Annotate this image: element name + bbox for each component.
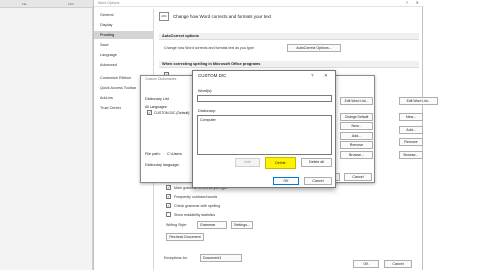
all-languages-label: All Languages:: [145, 105, 168, 109]
browse-dictionary-button-bg[interactable]: Browse...: [399, 151, 423, 159]
nav-item-save[interactable]: Save: [94, 41, 153, 49]
label-confused-words: Frequently confused words: [174, 195, 218, 199]
checkbox-check-grammar[interactable]: ✓: [166, 203, 171, 208]
options-ok-button[interactable]: OK: [353, 260, 379, 268]
edit-word-list-button-bg[interactable]: Edit Word List...: [399, 97, 438, 105]
help-icon[interactable]: ?: [406, 0, 408, 5]
dictionary-word-list[interactable]: Computer: [197, 115, 332, 155]
dictionary-list-label: Dictionary List: [145, 97, 169, 101]
add-word-button[interactable]: Add: [235, 158, 260, 167]
close-icon[interactable]: ✕: [416, 0, 419, 5]
custom-dic-titlebar: CUSTOM.DIC ? ✕: [193, 71, 335, 80]
list-item[interactable]: Computer: [200, 118, 216, 122]
custom-dictionaries-title: Custom Dictionaries: [145, 77, 177, 81]
writing-style-select[interactable]: Grammar: [197, 221, 227, 229]
close-icon[interactable]: ✕: [324, 73, 328, 79]
delete-word-button[interactable]: Delete: [265, 157, 296, 169]
word-strip-label-a: File: [22, 2, 27, 6]
custom-dic-dialog: CUSTOM.DIC ? ✕ Word(s): Dictionary: Comp…: [192, 70, 336, 188]
delete-all-button[interactable]: Delete all: [301, 158, 332, 167]
new-dictionary-button-bg[interactable]: New...: [399, 113, 423, 121]
cd-change-default-button[interactable]: Change Default: [340, 113, 373, 121]
cd-cancel-button[interactable]: Cancel: [344, 173, 372, 181]
nav-item-proofing[interactable]: Proofing: [94, 31, 153, 39]
checkbox-readability[interactable]: [166, 212, 171, 217]
writing-style-label: Writing Style:: [166, 223, 188, 227]
settings-button[interactable]: Settings...: [231, 221, 253, 229]
word-strip-label-b: Find: [68, 2, 74, 6]
nav-item-general[interactable]: General: [94, 11, 153, 19]
abc-check-icon: ABC: [159, 12, 169, 21]
dic-ok-button[interactable]: OK: [273, 177, 299, 185]
nav-item-display[interactable]: Display: [94, 21, 153, 29]
word-titlebar: File Find: [0, 0, 93, 8]
options-cancel-button[interactable]: Cancel: [384, 260, 412, 268]
exceptions-label: Exceptions for:: [164, 256, 188, 260]
custom-dic-entry[interactable]: CUSTOM.DIC (Default): [154, 111, 189, 115]
remove-dictionary-button-bg[interactable]: Remove: [399, 138, 423, 146]
file-path-value: C:\Users: [167, 152, 182, 156]
exceptions-select[interactable]: Document1: [200, 254, 242, 262]
custom-dic-title: CUSTOM.DIC: [198, 73, 227, 78]
cd-add-button[interactable]: Add...: [340, 132, 373, 140]
add-dictionary-button-bg[interactable]: Add...: [399, 126, 423, 134]
nav-item-language[interactable]: Language: [94, 51, 153, 59]
proofing-headline: Change how Word corrects and formats you…: [173, 14, 271, 19]
options-titlebar: Word Options ? ✕: [94, 0, 424, 7]
checkbox-mark-grammar[interactable]: ✓: [166, 185, 171, 190]
custom-dic-checkbox[interactable]: ✓: [147, 110, 152, 115]
cd-browse-button[interactable]: Browse...: [340, 151, 373, 159]
label-readability: Show readability statistics: [174, 213, 216, 217]
dictionary-language-label: Dictionary language:: [145, 163, 180, 167]
dic-cancel-button[interactable]: Cancel: [304, 177, 332, 185]
autocorrect-description: Change how Word corrects and formats tex…: [164, 46, 255, 50]
checkbox-confused-words[interactable]: ✓: [166, 194, 171, 199]
words-input[interactable]: [197, 95, 332, 102]
autocorrect-section-header: AutoCorrect options: [159, 33, 419, 40]
label-check-grammar: Check grammar with spelling: [174, 204, 221, 208]
words-label: Word(s):: [198, 89, 213, 93]
ms-office-section-header: When correcting spelling in Microsoft Of…: [159, 61, 419, 68]
dictionary-label: Dictionary:: [198, 109, 216, 113]
autocorrect-options-button[interactable]: AutoCorrect Options...: [287, 44, 341, 52]
recheck-document-button[interactable]: Recheck Document: [166, 233, 204, 241]
nav-item-advanced[interactable]: Advanced: [94, 61, 153, 69]
help-icon[interactable]: ?: [311, 73, 314, 78]
file-path-label: File path:: [145, 152, 161, 156]
cd-edit-word-list-button[interactable]: Edit Word List...: [340, 97, 373, 105]
cd-new-button[interactable]: New...: [340, 122, 373, 130]
options-title: Word Options: [98, 1, 120, 5]
cd-remove-button[interactable]: Remove: [340, 141, 373, 149]
word-document-strip: File Find: [0, 0, 93, 270]
